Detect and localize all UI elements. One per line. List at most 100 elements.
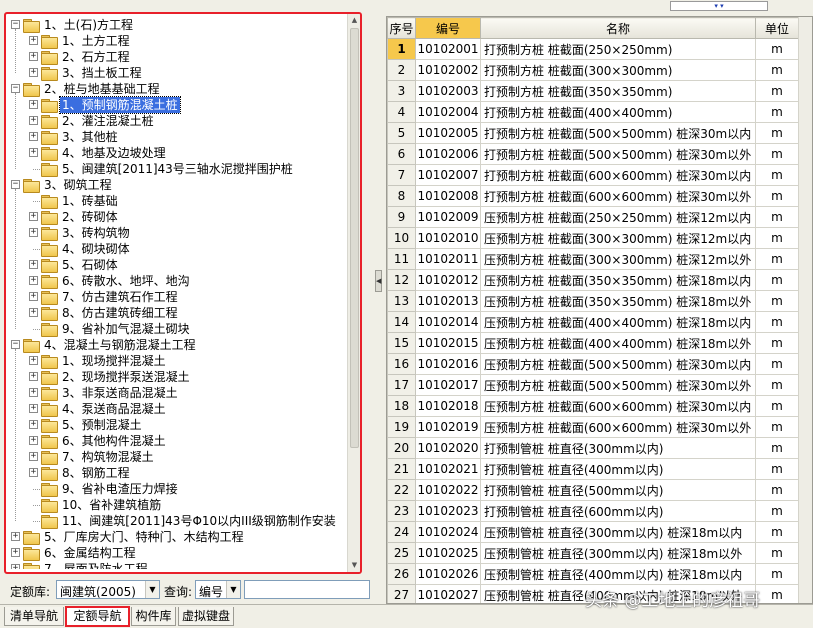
row-seq-cell[interactable]: 4	[387, 101, 416, 123]
plus-box-icon[interactable]: +	[29, 100, 38, 109]
scroll-down-icon[interactable]: ▼	[348, 559, 360, 572]
tree-scroll-thumb[interactable]	[350, 28, 359, 448]
tree-section-node[interactable]: +3、其他桩	[9, 129, 346, 145]
plus-box-icon[interactable]: +	[29, 468, 38, 477]
row-seq-cell[interactable]: 8	[387, 185, 416, 207]
column-header-name[interactable]: 名称	[480, 17, 756, 39]
minus-box-icon[interactable]: −	[11, 84, 20, 93]
plus-box-icon[interactable]: +	[29, 228, 38, 237]
row-seq-cell[interactable]: 25	[387, 542, 416, 564]
tab-component-library[interactable]: 构件库	[131, 607, 176, 626]
plus-box-icon[interactable]: +	[29, 148, 38, 157]
tree-section-node[interactable]: 9、省补加气混凝土砌块	[9, 321, 346, 337]
tree-chapter-node[interactable]: +5、厂库房大门、特种门、木结构工程	[9, 529, 346, 545]
table-row[interactable]: 2 10102002 打预制方桩 桩截面(300×300mm) m	[387, 59, 799, 81]
row-seq-cell[interactable]: 18	[387, 395, 416, 417]
row-seq-cell[interactable]: 21	[387, 458, 416, 480]
table-row[interactable]: 15 10102015 压预制方桩 桩截面(400×400mm) 桩深18m以外 m	[387, 332, 799, 354]
tree-section-node[interactable]: +5、预制混凝土	[9, 417, 346, 433]
row-seq-cell[interactable]: 12	[387, 269, 416, 291]
plus-box-icon[interactable]: +	[29, 292, 38, 301]
tab-quota-nav[interactable]: 定额导航	[65, 606, 130, 627]
row-seq-cell[interactable]: 6	[387, 143, 416, 165]
table-row[interactable]: 17 10102017 压预制方桩 桩截面(500×500mm) 桩深30m以外 m	[387, 374, 799, 396]
chevron-down-icon[interactable]: ▼	[145, 581, 159, 598]
row-seq-cell[interactable]: 16	[387, 353, 416, 375]
tree-section-node[interactable]: +1、预制钢筋混凝土桩	[9, 96, 346, 114]
table-row[interactable]: 26 10102026 压预制管桩 桩直径(400mm以内) 桩深18m以内 m	[387, 563, 799, 585]
plus-box-icon[interactable]: +	[29, 436, 38, 445]
row-seq-cell[interactable]: 19	[387, 416, 416, 438]
plus-box-icon[interactable]: +	[29, 276, 38, 285]
tree-chapter-node[interactable]: − 3、砌筑工程	[9, 177, 346, 193]
row-seq-cell[interactable]: 2	[387, 59, 416, 81]
table-row[interactable]: 1 10102001 打预制方桩 桩截面(250×250mm) m	[387, 38, 799, 60]
table-row[interactable]: 5 10102005 打预制方桩 桩截面(500×500mm) 桩深30m以内 m	[387, 122, 799, 144]
plus-box-icon[interactable]: +	[29, 68, 38, 77]
plus-box-icon[interactable]: +	[29, 36, 38, 45]
row-seq-cell[interactable]: 26	[387, 563, 416, 585]
plus-box-icon[interactable]: +	[11, 564, 20, 569]
tree-section-node[interactable]: +3、砖构筑物	[9, 225, 346, 241]
table-row[interactable]: 3 10102003 打预制方桩 桩截面(350×350mm) m	[387, 80, 799, 102]
tree-section-node[interactable]: 11、闽建筑[2011]43号Φ10以内III级钢筋制作安装	[9, 513, 346, 529]
table-row[interactable]: 9 10102009 压预制方桩 桩截面(250×250mm) 桩深12m以内 m	[387, 206, 799, 228]
tree-section-node[interactable]: +5、石砌体	[9, 257, 346, 273]
plus-box-icon[interactable]: +	[29, 308, 38, 317]
panel-splitter[interactable]: ◀	[374, 12, 384, 602]
scroll-up-icon[interactable]: ▲	[348, 14, 360, 27]
tree-section-node[interactable]: 10、省补建筑植筋	[9, 497, 346, 513]
plus-box-icon[interactable]: +	[29, 388, 38, 397]
tree-section-node[interactable]: +6、砖散水、地坪、地沟	[9, 273, 346, 289]
row-seq-cell[interactable]: 15	[387, 332, 416, 354]
table-row[interactable]: 11 10102011 压预制方桩 桩截面(300×300mm) 桩深12m以外 m	[387, 248, 799, 270]
tree-chapter-node[interactable]: +6、金属结构工程	[9, 545, 346, 561]
row-seq-cell[interactable]: 17	[387, 374, 416, 396]
row-seq-cell[interactable]: 1	[387, 38, 416, 60]
tree-section-node[interactable]: +6、其他构件混凝土	[9, 433, 346, 449]
query-input[interactable]	[244, 580, 370, 599]
tree-section-node[interactable]: +3、挡土板工程	[9, 65, 346, 81]
table-row[interactable]: 7 10102007 打预制方桩 桩截面(600×600mm) 桩深30m以内 m	[387, 164, 799, 186]
tree-section-node[interactable]: +8、仿古建筑砖细工程	[9, 305, 346, 321]
table-row[interactable]: 24 10102024 压预制管桩 桩直径(300mm以内) 桩深18m以内 m	[387, 521, 799, 543]
tree-section-node[interactable]: +7、构筑物混凝土	[9, 449, 346, 465]
row-seq-cell[interactable]: 5	[387, 122, 416, 144]
tree-section-node[interactable]: +1、现场搅拌混凝土	[9, 353, 346, 369]
table-row[interactable]: 10 10102010 压预制方桩 桩截面(300×300mm) 桩深12m以内 m	[387, 227, 799, 249]
tree-section-node[interactable]: +2、砖砌体	[9, 209, 346, 225]
grid-view-dropdown[interactable]: ▾ ▾	[670, 1, 768, 11]
table-row[interactable]: 8 10102008 打预制方桩 桩截面(600×600mm) 桩深30m以外 m	[387, 185, 799, 207]
tree-section-node[interactable]: 4、砌块砌体	[9, 241, 346, 257]
table-row[interactable]: 23 10102023 打预制管桩 桩直径(600mm以内) m	[387, 500, 799, 522]
table-row[interactable]: 14 10102014 压预制方桩 桩截面(400×400mm) 桩深18m以内 m	[387, 311, 799, 333]
plus-box-icon[interactable]: +	[11, 548, 20, 557]
row-seq-cell[interactable]: 14	[387, 311, 416, 333]
tree-chapter-node[interactable]: − 1、土(石)方工程	[9, 17, 346, 33]
plus-box-icon[interactable]: +	[29, 404, 38, 413]
table-row[interactable]: 12 10102012 压预制方桩 桩截面(350×350mm) 桩深18m以内 m	[387, 269, 799, 291]
row-seq-cell[interactable]: 23	[387, 500, 416, 522]
chevron-down-icon[interactable]: ▼	[226, 581, 240, 598]
plus-box-icon[interactable]: +	[29, 420, 38, 429]
tree-chapter-node[interactable]: − 2、桩与地基基础工程	[9, 81, 346, 97]
row-seq-cell[interactable]: 20	[387, 437, 416, 459]
tree-scrollbar[interactable]: ▲ ▼	[347, 14, 360, 572]
row-seq-cell[interactable]: 13	[387, 290, 416, 312]
row-seq-cell[interactable]: 7	[387, 164, 416, 186]
row-seq-cell[interactable]: 24	[387, 521, 416, 543]
minus-box-icon[interactable]: −	[11, 340, 20, 349]
minus-box-icon[interactable]: −	[11, 20, 20, 29]
plus-box-icon[interactable]: +	[29, 356, 38, 365]
row-seq-cell[interactable]: 22	[387, 479, 416, 501]
table-row[interactable]: 25 10102025 压预制管桩 桩直径(300mm以内) 桩深18m以外 m	[387, 542, 799, 564]
table-row[interactable]: 6 10102006 打预制方桩 桩截面(500×500mm) 桩深30m以外 m	[387, 143, 799, 165]
tree-section-node[interactable]: +4、地基及边坡处理	[9, 145, 346, 161]
plus-box-icon[interactable]: +	[29, 212, 38, 221]
row-seq-cell[interactable]: 11	[387, 248, 416, 270]
tree-section-node[interactable]: +2、灌注混凝土桩	[9, 113, 346, 129]
tree-section-node[interactable]: +1、土方工程	[9, 33, 346, 49]
tree-section-node[interactable]: +2、现场搅拌泵送混凝土	[9, 369, 346, 385]
library-select[interactable]: 闽建筑(2005) ▼	[56, 580, 160, 599]
tab-list-nav[interactable]: 清单导航	[4, 607, 64, 626]
